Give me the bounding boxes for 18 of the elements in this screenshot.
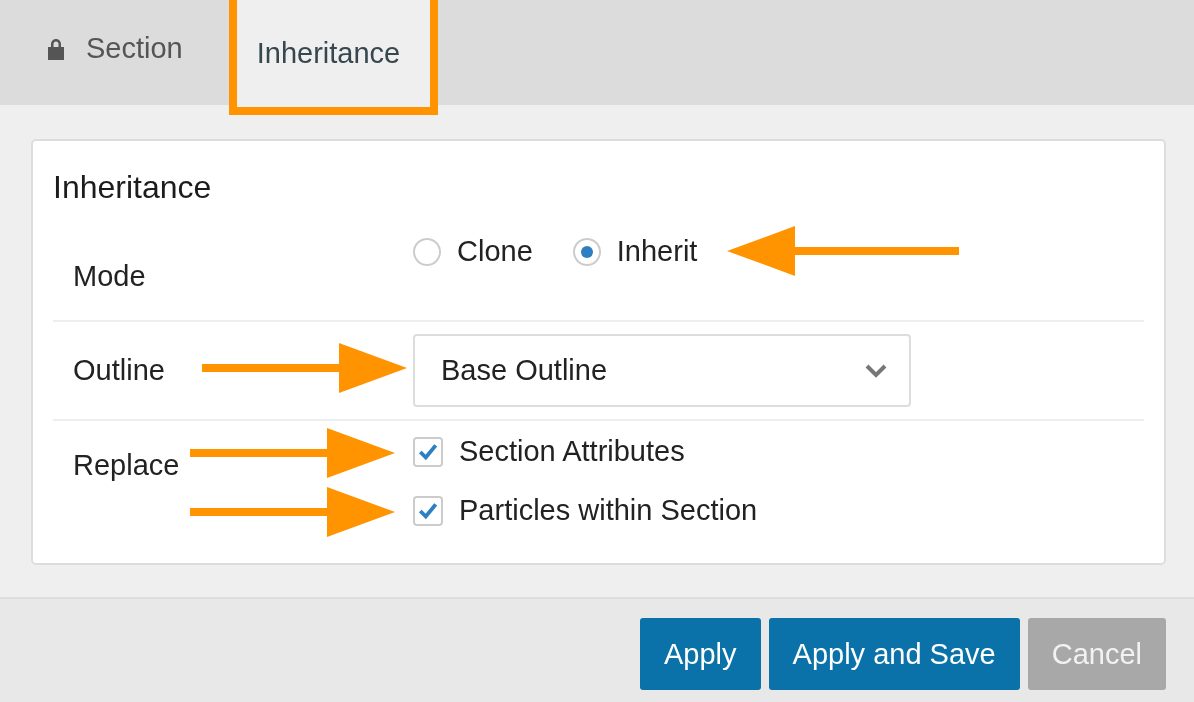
panel-title: Inheritance: [53, 169, 213, 206]
tab[interactable]: Inheritance: [236, 0, 431, 107]
radio-option[interactable]: Clone: [413, 235, 533, 268]
checkbox[interactable]: [413, 495, 443, 526]
field-label: Outline: [72, 354, 166, 387]
field-label: Replace: [72, 449, 181, 482]
outline-dropdown[interactable]: Base Outline: [413, 334, 911, 407]
radio-icon[interactable]: [413, 237, 441, 266]
radio-icon[interactable]: [572, 237, 601, 266]
tab[interactable]: Section: [32, 0, 205, 97]
chevron-down-icon: [865, 363, 887, 378]
field-label: Mode: [72, 260, 147, 293]
apply-button[interactable]: Apply and Save: [768, 618, 1020, 690]
checkbox-option[interactable]: Particles within Section: [413, 494, 758, 527]
checkbox[interactable]: [413, 436, 443, 467]
checkbox-option[interactable]: Section Attributes: [413, 435, 758, 468]
apply-button[interactable]: Apply: [640, 618, 761, 690]
radio-option[interactable]: Inherit: [572, 235, 698, 268]
